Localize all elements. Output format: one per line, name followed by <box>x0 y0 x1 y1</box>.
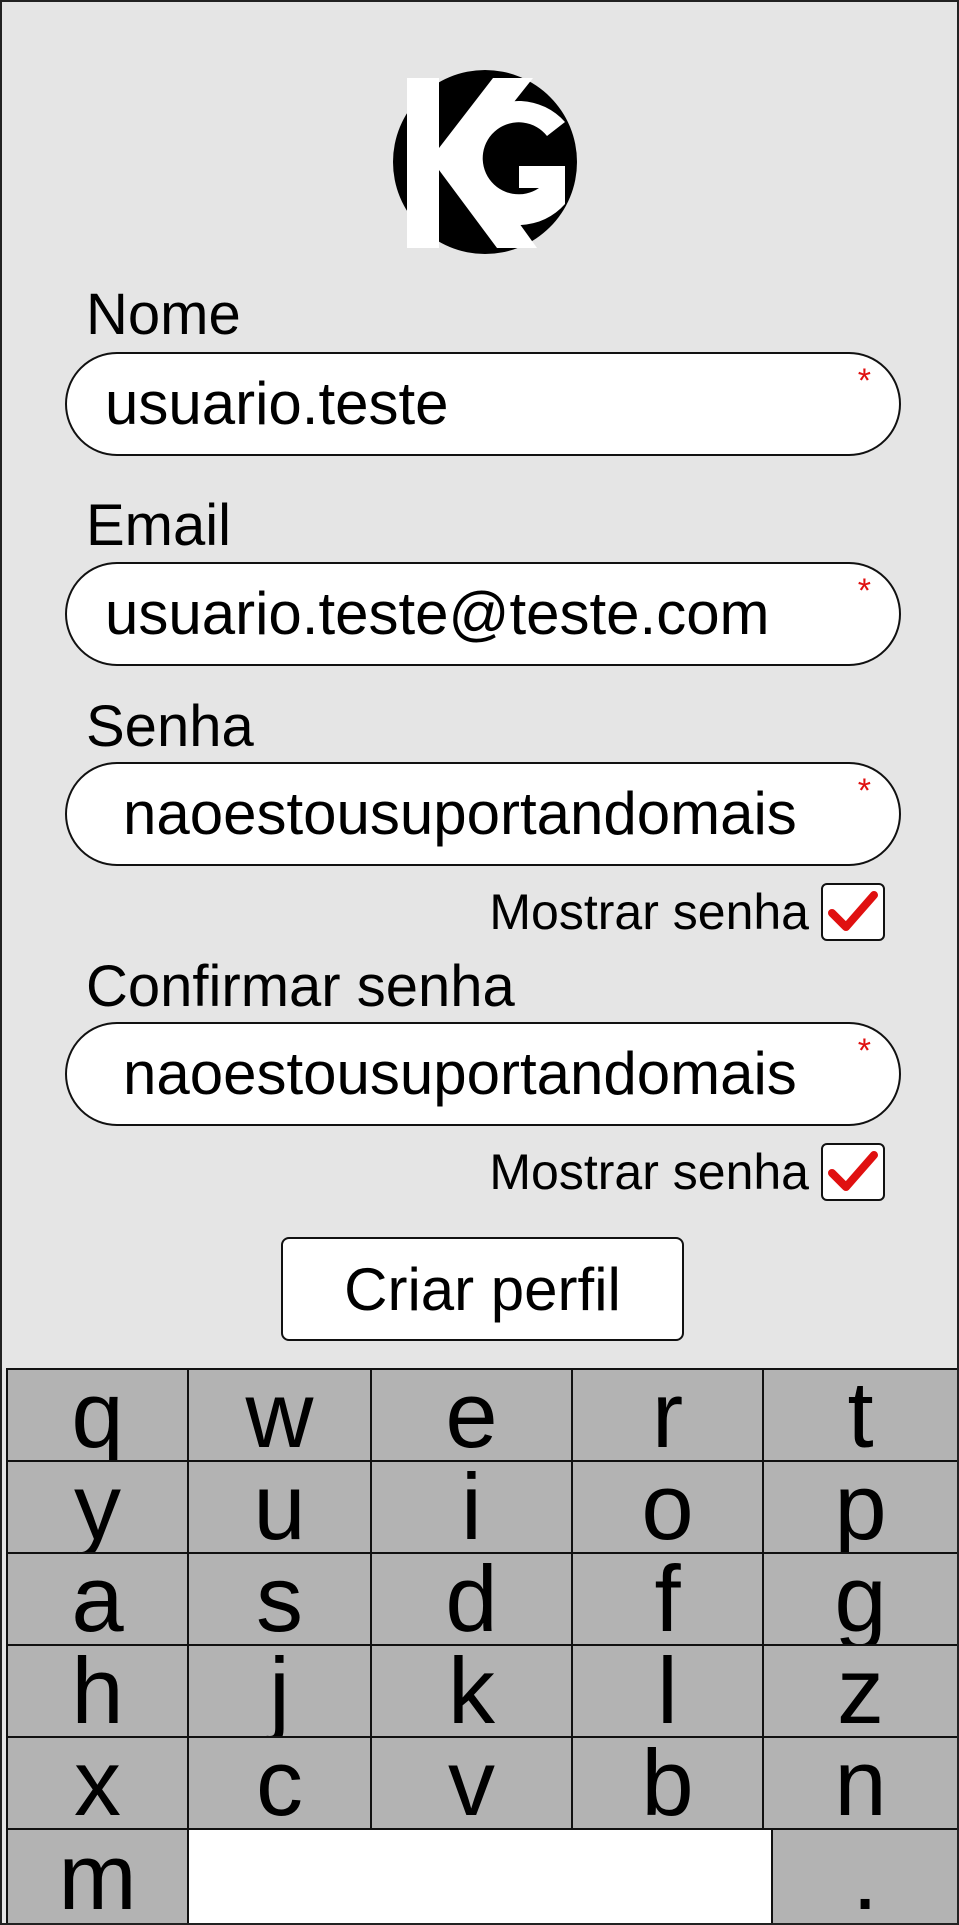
key-c[interactable]: c <box>187 1736 372 1830</box>
required-asterisk: * <box>857 572 871 610</box>
name-field[interactable]: usuario.teste * <box>65 352 901 456</box>
on-screen-keyboard: q w e r t y u i o p a s d f g h j k l z … <box>6 1368 957 1923</box>
confirm-password-label: Confirmar senha <box>86 954 515 1019</box>
required-asterisk: * <box>857 1032 871 1070</box>
key-m[interactable]: m <box>6 1828 189 1923</box>
key-space[interactable] <box>187 1828 773 1923</box>
key-s[interactable]: s <box>187 1552 372 1646</box>
show-password-checkbox[interactable] <box>821 883 885 941</box>
key-f[interactable]: f <box>571 1552 764 1646</box>
password-field[interactable]: naoestousuportandomais * <box>65 762 901 866</box>
key-h[interactable]: h <box>6 1644 189 1738</box>
key-i[interactable]: i <box>370 1460 573 1554</box>
key-v[interactable]: v <box>370 1736 573 1830</box>
show-password-label: Mostrar senha <box>489 884 809 940</box>
key-r[interactable]: r <box>571 1368 764 1462</box>
key-p[interactable]: p <box>762 1460 957 1554</box>
key-o[interactable]: o <box>571 1460 764 1554</box>
required-asterisk: * <box>857 362 871 400</box>
password-label: Senha <box>86 694 254 759</box>
password-value: naoestousuportandomais <box>123 780 797 847</box>
key-b[interactable]: b <box>571 1736 764 1830</box>
name-label: Nome <box>86 282 241 347</box>
key-a[interactable]: a <box>6 1552 189 1646</box>
show-confirm-password-row: Mostrar senha <box>489 1143 885 1201</box>
create-profile-button[interactable]: Criar perfil <box>281 1237 684 1341</box>
key-l[interactable]: l <box>571 1644 764 1738</box>
key-t[interactable]: t <box>762 1368 957 1462</box>
key-w[interactable]: w <box>187 1368 372 1462</box>
key-x[interactable]: x <box>6 1736 189 1830</box>
show-password-row: Mostrar senha <box>489 883 885 941</box>
key-q[interactable]: q <box>6 1368 189 1462</box>
key-period[interactable]: . <box>771 1828 957 1923</box>
email-value: usuario.teste@teste.com <box>105 580 770 647</box>
name-value: usuario.teste <box>105 370 449 437</box>
key-z[interactable]: z <box>762 1644 957 1738</box>
email-label: Email <box>86 493 232 558</box>
show-confirm-password-checkbox[interactable] <box>821 1143 885 1201</box>
checkmark-icon <box>828 891 878 931</box>
key-k[interactable]: k <box>370 1644 573 1738</box>
required-asterisk: * <box>857 772 871 810</box>
key-u[interactable]: u <box>187 1460 372 1554</box>
key-n[interactable]: n <box>762 1736 957 1830</box>
key-g[interactable]: g <box>762 1552 957 1646</box>
key-y[interactable]: y <box>6 1460 189 1554</box>
kg-logo <box>393 70 577 254</box>
confirm-password-field[interactable]: naoestousuportandomais * <box>65 1022 901 1126</box>
key-d[interactable]: d <box>370 1552 573 1646</box>
signup-screen: Nome usuario.teste * Email usuario.teste… <box>0 0 959 1925</box>
key-e[interactable]: e <box>370 1368 573 1462</box>
key-j[interactable]: j <box>187 1644 372 1738</box>
checkmark-icon <box>828 1151 878 1191</box>
email-field[interactable]: usuario.teste@teste.com * <box>65 562 901 666</box>
show-confirm-password-label: Mostrar senha <box>489 1144 809 1200</box>
confirm-password-value: naoestousuportandomais <box>123 1040 797 1107</box>
